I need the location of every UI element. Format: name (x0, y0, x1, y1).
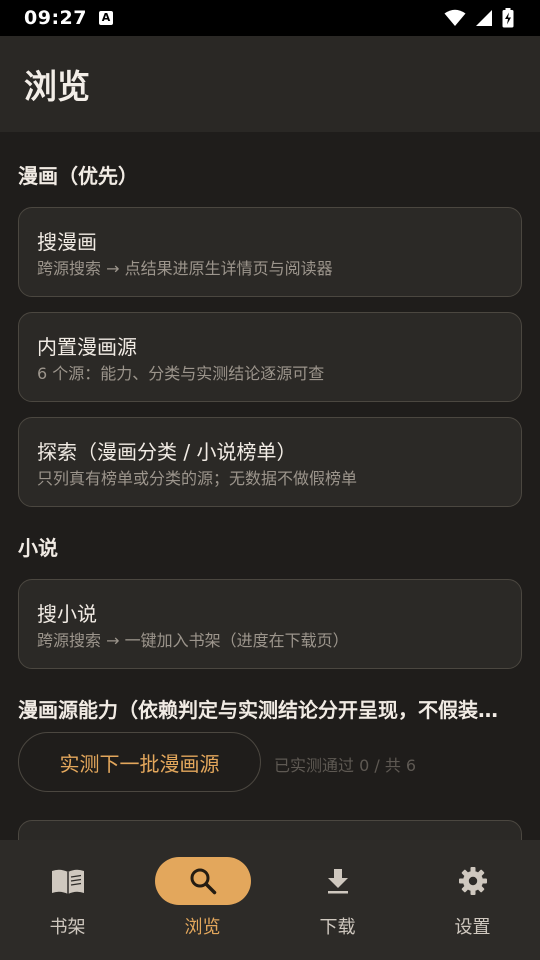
nav-item-bookshelf[interactable]: 书架 (0, 840, 135, 960)
card-title: 探索（漫画分类 / 小说榜单） (37, 440, 297, 464)
card-title: 内置漫画源 (37, 335, 137, 359)
bottom-nav: 书架 浏览 下载 设置 (0, 840, 540, 960)
nav-label: 书架 (49, 917, 86, 938)
status-time: 09:27 (24, 7, 87, 29)
explore-card[interactable]: 探索（漫画分类 / 小说榜单） 只列真有榜单或分类的源；无数据不做假榜单 (18, 417, 522, 507)
card-subtitle: 跨源搜索 → 点结果进原生详情页与阅读器 (37, 259, 333, 278)
download-icon (327, 869, 348, 894)
nav-item-download[interactable]: 下载 (270, 840, 405, 960)
nav-pill-active (154, 857, 251, 905)
card-subtitle: 跨源搜索 → 一键加入书架（进度在下载页） (37, 631, 349, 650)
nav-pill (425, 857, 521, 905)
search-novel-card[interactable]: 搜小说 跨源搜索 → 一键加入书架（进度在下载页） (18, 579, 522, 669)
source-card-partial[interactable] (18, 820, 522, 840)
nav-label: 下载 (319, 917, 356, 938)
page-title: 浏览 (24, 67, 90, 106)
card-title: 搜漫画 (37, 230, 97, 254)
wifi-icon (444, 9, 466, 26)
builtin-manga-sources-card[interactable]: 内置漫画源 6 个源：能力、分类与实测结论逐源可查 (18, 312, 522, 402)
section-title-capability: 漫画源能力（依赖判定与实测结论分开呈现，不假装… (18, 698, 498, 722)
nav-item-browse[interactable]: 浏览 (135, 840, 270, 960)
nav-label: 浏览 (184, 917, 221, 938)
notification-icon: A (98, 11, 113, 25)
book-icon (51, 869, 84, 894)
section-title-novel: 小说 (18, 536, 58, 560)
status-left: 09:27 A (24, 7, 113, 29)
nav-item-settings[interactable]: 设置 (405, 840, 540, 960)
battery-charging-icon (502, 8, 514, 28)
status-bar: 09:27 A (0, 0, 540, 36)
nav-label: 设置 (454, 917, 491, 938)
card-subtitle: 6 个源：能力、分类与实测结论逐源可查 (37, 364, 325, 383)
card-subtitle: 只列真有榜单或分类的源；无数据不做假榜单 (37, 469, 358, 488)
search-manga-card[interactable]: 搜漫画 跨源搜索 → 点结果进原生详情页与阅读器 (18, 207, 522, 297)
section-title-manga: 漫画（优先） (18, 164, 138, 188)
status-right (444, 8, 514, 28)
gear-icon (458, 867, 487, 895)
nav-pill (20, 857, 116, 905)
search-icon (190, 868, 216, 895)
nav-pill (290, 857, 386, 905)
card-title: 搜小说 (37, 602, 97, 626)
app-bar: 浏览 (0, 36, 540, 132)
browse-content[interactable]: 漫画（优先） 搜漫画 跨源搜索 → 点结果进原生详情页与阅读器 内置漫画源 6 … (0, 132, 540, 840)
test-next-batch-button[interactable]: 实测下一批漫画源 (18, 732, 261, 792)
signal-icon (476, 10, 492, 26)
test-status-text: 已实测通过 0 / 共 6 (274, 756, 417, 775)
